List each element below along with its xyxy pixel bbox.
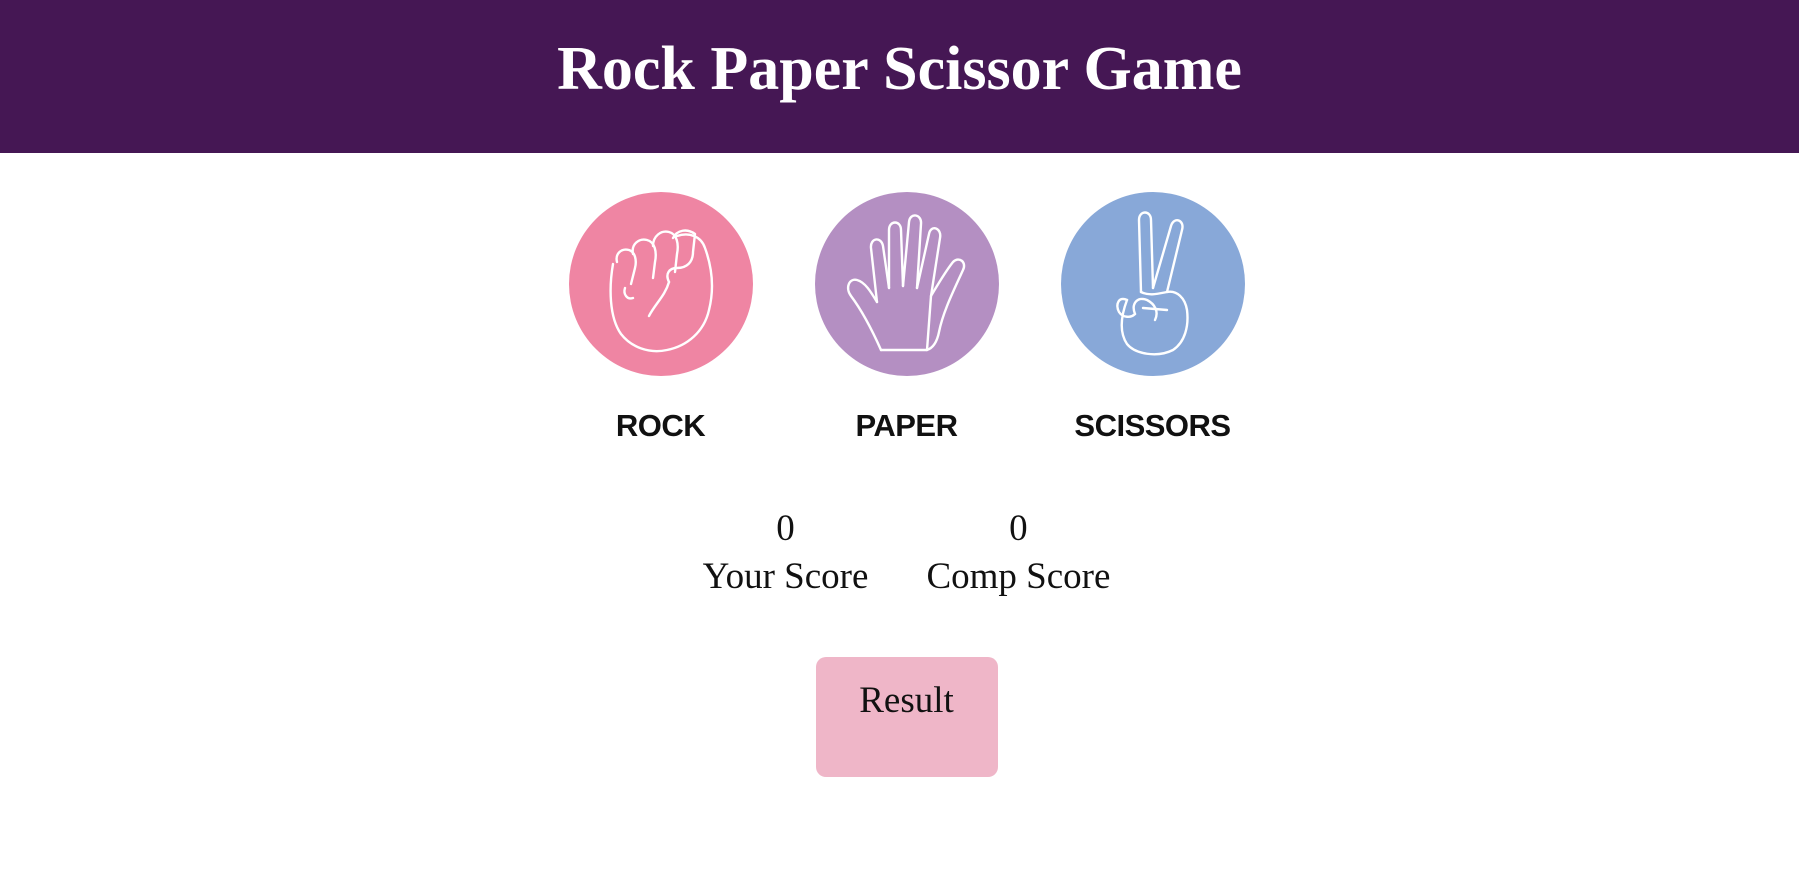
score-board: 0 Your Score 0 Comp Score	[7, 505, 1799, 601]
choice-rock[interactable]: ROCK	[568, 192, 753, 458]
scissors-label: SCISSORS	[1074, 408, 1231, 443]
choices-container: ROCK PAPER SCISSORS	[7, 192, 1799, 458]
result-container: Result	[7, 657, 1799, 777]
open-hand-icon	[814, 192, 999, 376]
choice-paper[interactable]: PAPER	[814, 192, 999, 458]
result-message: Result	[815, 657, 998, 777]
comp-score-value: 0	[1009, 508, 1028, 549]
choice-scissors[interactable]: SCISSORS	[1060, 192, 1245, 458]
paper-circle[interactable]	[814, 192, 999, 376]
header-bar: Rock Paper Scissor Game	[0, 0, 1799, 153]
paper-label: PAPER	[855, 408, 958, 443]
comp-score-label: Comp Score	[926, 556, 1111, 597]
user-score-value: 0	[776, 508, 795, 549]
peace-hand-icon	[1060, 192, 1245, 376]
comp-score: 0 Comp Score	[926, 505, 1110, 601]
page-title: Rock Paper Scissor Game	[557, 34, 1242, 103]
rock-label: ROCK	[615, 408, 706, 443]
fist-icon	[568, 192, 753, 376]
user-score: 0 Your Score	[703, 505, 869, 601]
scissors-circle[interactable]	[1060, 192, 1245, 376]
rock-circle[interactable]	[568, 192, 753, 376]
user-score-label: Your Score	[702, 556, 869, 597]
